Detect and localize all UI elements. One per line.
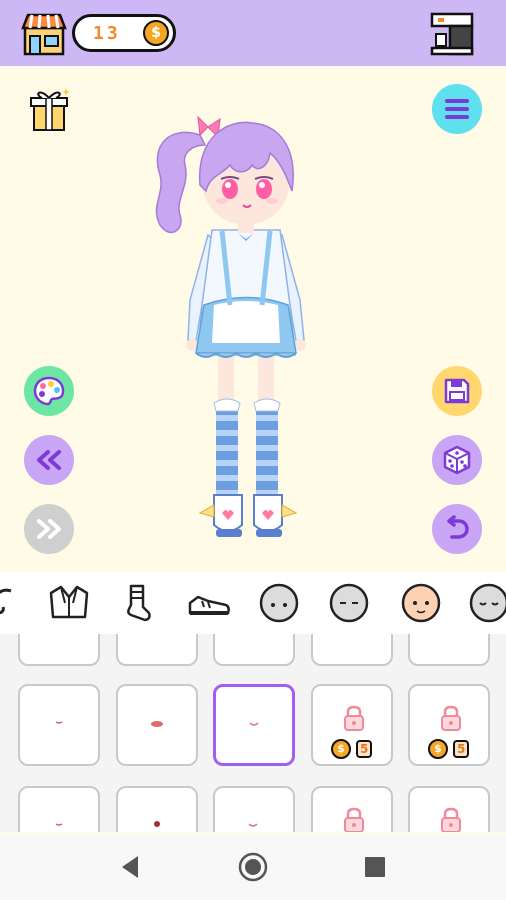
menu-button[interactable]: [432, 84, 482, 134]
coin-icon: $: [428, 739, 448, 759]
tab-shoes[interactable]: [184, 580, 234, 626]
item-cell[interactable]: [18, 634, 100, 666]
item-cell[interactable]: [311, 634, 393, 666]
dice-icon: [443, 445, 471, 475]
item-mouth-3-selected[interactable]: [213, 684, 295, 766]
skin-face-icon: [401, 583, 441, 623]
striped-stockings: [213, 398, 281, 500]
coin-icon: $: [143, 20, 169, 46]
item-cell[interactable]: [116, 634, 198, 666]
category-tab-bar: [0, 572, 506, 635]
rewind-button[interactable]: [24, 435, 74, 485]
item-cell[interactable]: [116, 786, 198, 832]
lock-icon: [441, 705, 461, 731]
tab-skin-face[interactable]: [396, 580, 446, 626]
recents-icon[interactable]: [364, 856, 386, 878]
gift-icon[interactable]: [26, 84, 72, 134]
mouth-preview-icon: [154, 821, 160, 827]
item-cell[interactable]: [213, 786, 295, 832]
tab-jacket[interactable]: [44, 580, 94, 626]
fast-forward-button[interactable]: [24, 504, 74, 554]
mouth-preview-icon: [151, 721, 163, 727]
rewind-icon: [37, 450, 61, 470]
dressup-character[interactable]: [130, 105, 360, 545]
coin-counter: 13 $: [72, 14, 176, 52]
price-tag: $ 5: [331, 738, 373, 760]
tab-socks[interactable]: [112, 580, 162, 626]
face-sleepy-icon: [469, 583, 506, 623]
face-base-icon: [259, 583, 299, 623]
lock-icon: [344, 705, 364, 731]
item-cell[interactable]: [18, 786, 100, 832]
undo-button[interactable]: [432, 504, 482, 554]
jacket-icon: [49, 585, 89, 619]
mouth-preview-icon: [55, 721, 63, 724]
blue-maid-dress: [195, 229, 297, 358]
hair-icon: [0, 588, 12, 615]
mouth-preview-icon: [55, 823, 63, 826]
price-value: 5: [453, 740, 470, 758]
item-mouth-5-locked[interactable]: $ 5: [408, 684, 490, 766]
face-eyes-closed-icon: [329, 583, 369, 623]
back-icon[interactable]: [118, 854, 142, 880]
item-mouth-4-locked[interactable]: $ 5: [311, 684, 393, 766]
item-cell-locked[interactable]: [408, 786, 490, 832]
winged-shoes: [198, 494, 298, 537]
palette-button[interactable]: [24, 366, 74, 416]
item-cell[interactable]: [408, 634, 490, 666]
undo-icon: [447, 515, 469, 539]
shop-icon[interactable]: [20, 10, 68, 58]
home-icon[interactable]: [238, 852, 268, 882]
menu-icon: [445, 99, 469, 119]
system-nav-bar: [0, 834, 506, 900]
tab-face-base-3[interactable]: [464, 580, 506, 626]
item-mouth-1[interactable]: [18, 684, 100, 766]
random-dice-button[interactable]: [432, 435, 482, 485]
item-mouth-2[interactable]: [116, 684, 198, 766]
coffee-machine-icon[interactable]: [428, 10, 476, 58]
shoe-icon: [188, 595, 230, 615]
sock-icon: [127, 584, 151, 622]
lock-icon: [441, 807, 461, 832]
mouth-preview-icon: [248, 823, 258, 827]
item-grid: $ 5 $ 5: [0, 634, 506, 832]
price-tag: $ 5: [428, 738, 470, 760]
lock-icon: [344, 807, 364, 832]
fast-forward-icon: [37, 519, 61, 539]
mouth-preview-icon: [249, 722, 259, 726]
save-button[interactable]: [432, 366, 482, 416]
top-bar: 13 $: [0, 0, 506, 66]
save-icon: [444, 378, 470, 404]
item-cell[interactable]: [213, 634, 295, 666]
tab-face-base[interactable]: [254, 580, 304, 626]
palette-icon: [33, 376, 65, 406]
price-value: 5: [356, 740, 373, 758]
coin-icon: $: [331, 739, 351, 759]
coin-count: 13: [93, 23, 121, 44]
tab-hair[interactable]: [0, 580, 28, 626]
tab-face-base-2[interactable]: [324, 580, 374, 626]
item-cell-locked[interactable]: [311, 786, 393, 832]
